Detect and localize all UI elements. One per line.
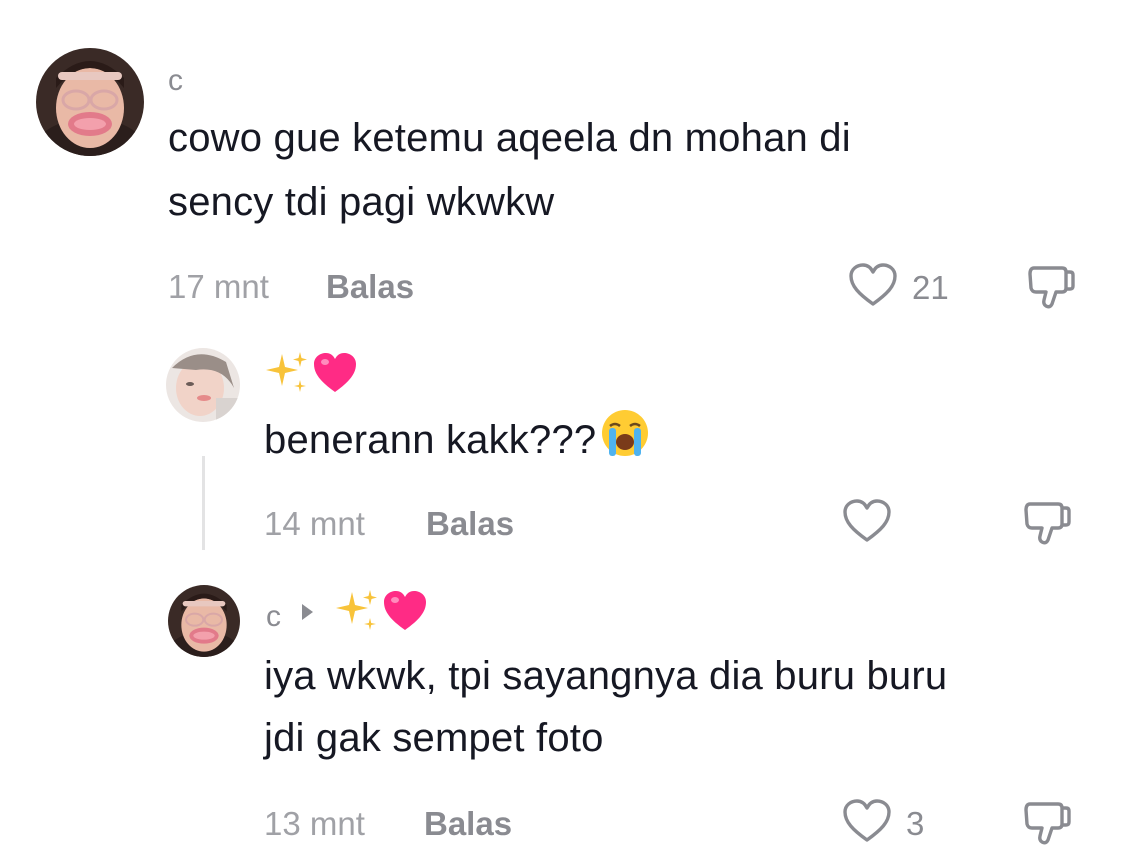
comment-2-text: benerann kakk???: [264, 408, 650, 477]
comment-2-username[interactable]: [264, 350, 358, 401]
comment-3-text-line1: iya wkwk, tpi sayangnya dia buru buru: [264, 654, 948, 698]
comment-1-text-line2: sency tdi pagi wkwkw: [168, 180, 555, 224]
avatar-user-c[interactable]: [36, 48, 144, 156]
loudly-crying-face-icon: [600, 408, 650, 477]
comment-1-text-line1: cowo gue ketemu aqeela dn mohan di: [168, 116, 851, 160]
reply-arrow-icon: [302, 604, 313, 620]
comment-3-reply-button[interactable]: Balas: [424, 807, 512, 840]
sparkles-icon: [264, 350, 310, 401]
thumbs-down-outline-icon: [1022, 802, 1072, 852]
comment-1-like-count: 21: [912, 269, 949, 306]
pink-heart-icon: [382, 588, 428, 639]
comment-1-timestamp: 17 mnt: [168, 268, 269, 305]
thumbs-down-outline-icon: [1026, 266, 1076, 316]
pink-heart-icon: [312, 350, 358, 401]
comment-1-reply-button[interactable]: Balas: [326, 270, 414, 303]
comment-2-like-button[interactable]: [842, 498, 906, 549]
comment-3-username[interactable]: c: [266, 602, 281, 632]
comment-1-like-button[interactable]: 21: [848, 262, 949, 313]
avatar-user-sparkle-heart[interactable]: [166, 348, 240, 422]
thumbs-down-outline-icon: [1022, 502, 1072, 552]
comment-2-dislike-button[interactable]: [1022, 498, 1072, 553]
heart-outline-icon: [842, 798, 892, 849]
comment-3-text-line2: jdi gak sempet foto: [264, 716, 604, 760]
comment-2-reply-button[interactable]: Balas: [426, 507, 514, 540]
comment-1-username[interactable]: c: [168, 66, 183, 96]
heart-outline-icon: [842, 498, 892, 549]
comment-3-like-count: 3: [906, 805, 925, 842]
comment-2-text-body: benerann kakk???: [264, 418, 597, 463]
avatar-user-c-reply[interactable]: [168, 585, 240, 657]
comment-3-timestamp: 13 mnt: [264, 805, 365, 842]
reply-thread-line: [202, 456, 205, 550]
comment-1-dislike-button[interactable]: [1026, 262, 1076, 317]
comment-2-timestamp: 14 mnt: [264, 505, 365, 542]
comment-3-dislike-button[interactable]: [1022, 798, 1072, 853]
sparkles-icon: [334, 588, 380, 639]
heart-outline-icon: [848, 262, 898, 313]
comment-3-like-button[interactable]: 3: [842, 798, 924, 849]
comment-3-reply-to[interactable]: [334, 588, 428, 639]
